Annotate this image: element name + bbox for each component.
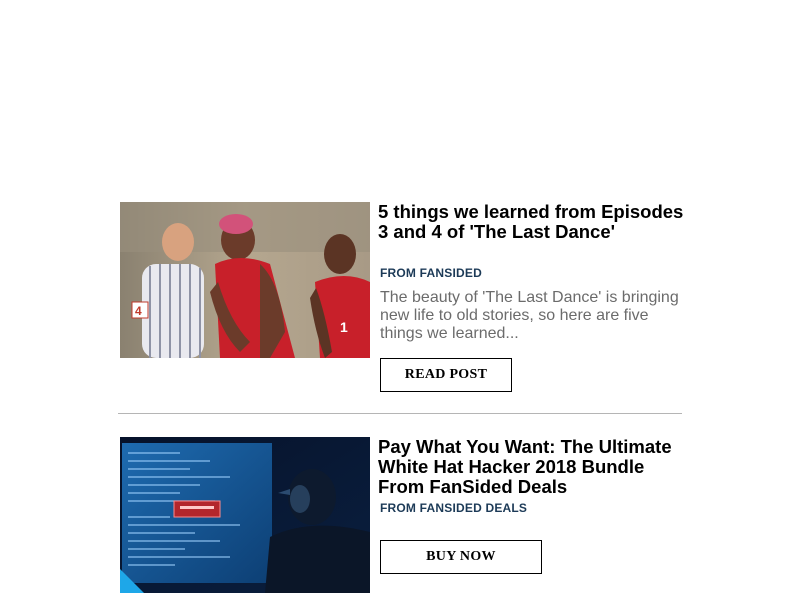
article-card: 4 1 5 things we learned from Episodes 3 … <box>120 202 683 392</box>
article-card: Pay What You Want: The Ultimate White Ha… <box>120 437 682 600</box>
read-post-button[interactable]: READ POST <box>380 358 512 392</box>
svg-text:1: 1 <box>340 319 348 335</box>
article-source: FROM FANSIDED <box>380 266 482 280</box>
article-title[interactable]: Pay What You Want: The Ultimate White Ha… <box>378 437 686 497</box>
article-excerpt: The beauty of 'The Last Dance' is bringi… <box>380 289 679 342</box>
buy-now-button[interactable]: BUY NOW <box>380 540 542 574</box>
article-thumbnail[interactable] <box>120 437 370 593</box>
hacker-photo-image <box>120 437 370 593</box>
divider <box>118 413 682 414</box>
article-source: FROM FANSIDED DEALS <box>380 501 528 515</box>
basketball-photo-image: 4 1 <box>120 202 370 358</box>
article-thumbnail[interactable]: 4 1 <box>120 202 370 358</box>
article-title[interactable]: 5 things we learned from Episodes 3 and … <box>378 202 686 242</box>
svg-text:4: 4 <box>135 304 142 318</box>
